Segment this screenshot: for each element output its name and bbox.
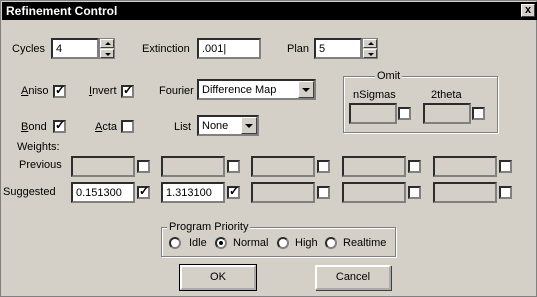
window-title: Refinement Control [6,4,118,18]
previous-weight-checkbox[interactable] [408,160,421,173]
dropdown-arrow-icon[interactable] [241,117,257,134]
priority-label-idle: Idle [189,237,207,249]
previous-weight-input[interactable] [251,156,315,177]
plan-label: Plan [287,43,310,55]
list-label: List [174,121,192,133]
previous-weight-checkbox[interactable] [227,160,240,173]
priority-radio-idle[interactable] [169,237,181,249]
previous-label: Previous [19,159,62,171]
close-button[interactable]: x [521,4,535,17]
spin-down-icon[interactable] [100,49,114,58]
cycles-spinner[interactable] [99,38,115,59]
extinction-input[interactable]: .001| [197,38,261,59]
cycles-input[interactable]: 4 [51,38,99,59]
priority-label-high: High [295,237,318,249]
suggested-weight-checkbox[interactable] [408,186,421,199]
cancel-button[interactable]: Cancel [315,265,391,290]
aniso-checkbox[interactable] [53,84,66,98]
previous-weight-input[interactable] [342,156,406,177]
fourier-selected: Difference Map [202,84,277,96]
spin-down-icon[interactable] [363,49,377,58]
invert-label: Invert [89,85,117,97]
previous-weight-checkbox[interactable] [499,160,512,173]
suggested-weight-input[interactable]: 1.313100 [161,182,225,203]
nsigmas-input[interactable] [349,103,397,124]
aniso-label: Aniso [21,85,49,97]
nsigmas-label: nSigmas [353,89,396,101]
fourier-label: Fourier [159,85,194,97]
title-bar: Refinement Control x [2,2,537,20]
bond-checkbox[interactable] [53,119,66,133]
twotheta-checkbox[interactable] [472,107,485,120]
ok-button[interactable]: OK [179,264,257,291]
priority-label-normal: Normal [233,237,269,249]
priority-radio-normal[interactable] [215,237,227,249]
previous-weight-input[interactable] [433,156,497,177]
suggested-weight-input[interactable]: 0.151300 [71,182,135,203]
suggested-label: Suggested [3,186,56,198]
cycles-label: Cycles [12,43,46,55]
spin-up-icon[interactable] [100,39,114,48]
plan-input[interactable]: 5 [314,38,362,59]
suggested-weight-checkbox[interactable] [227,185,240,199]
extinction-label: Extinction [142,43,190,55]
weights-title: Weights: [17,141,60,153]
omit-title: Omit [375,70,403,82]
acta-checkbox[interactable] [121,120,134,133]
twotheta-label: 2theta [431,89,462,101]
priority-label-realtime: Realtime [343,237,387,249]
nsigmas-checkbox[interactable] [398,107,411,120]
fourier-select[interactable]: Difference Map [197,79,316,100]
twotheta-input[interactable] [423,103,471,124]
plan-spinner[interactable] [362,38,378,59]
previous-weight-checkbox[interactable] [137,160,150,173]
acta-label: Acta [95,121,118,133]
suggested-weight-input[interactable] [342,182,406,203]
invert-checkbox[interactable] [121,84,134,98]
priority-title: Program Priority [167,221,251,233]
previous-weight-checkbox[interactable] [317,160,330,173]
suggested-weight-input[interactable] [251,182,315,203]
bond-label: Bond [21,121,47,133]
suggested-weight-checkbox[interactable] [499,186,512,199]
list-select[interactable]: None [197,115,259,136]
suggested-weight-checkbox[interactable] [137,185,150,199]
previous-weight-input[interactable] [161,156,225,177]
priority-radio-realtime[interactable] [325,237,337,249]
suggested-weight-input[interactable] [433,182,497,203]
previous-weight-input[interactable] [71,156,135,177]
suggested-weight-checkbox[interactable] [317,186,330,199]
refinement-control-dialog: Refinement Control x Cycles 4 Extinction… [0,0,537,297]
priority-radio-high[interactable] [277,237,289,249]
list-selected: None [202,120,229,132]
spin-up-icon[interactable] [363,39,377,48]
dropdown-arrow-icon[interactable] [298,81,314,98]
